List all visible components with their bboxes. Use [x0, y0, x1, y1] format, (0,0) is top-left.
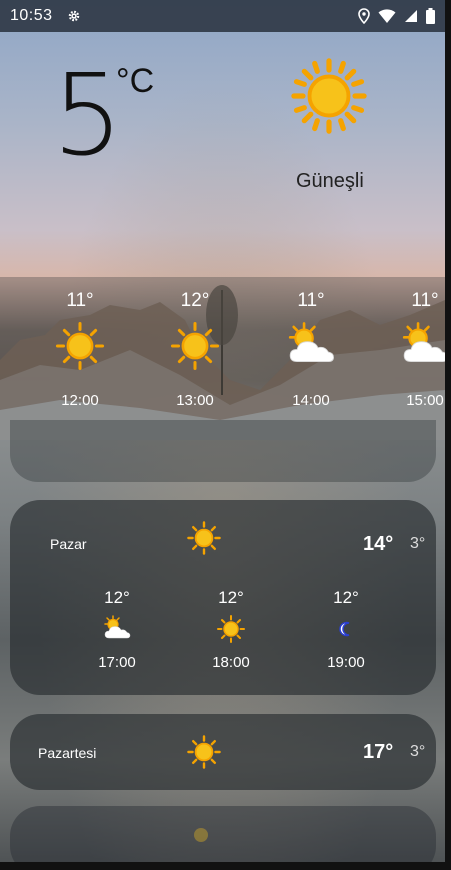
status-bar: 10:53 — [0, 0, 445, 32]
partly-cloudy-icon — [288, 322, 334, 363]
hourly-temp: 11° — [66, 290, 94, 311]
battery-icon — [426, 8, 435, 24]
day-name: Pazar — [50, 536, 87, 552]
hourly-time: 15:00 — [406, 392, 444, 409]
sun-icon — [187, 521, 221, 555]
hourly-sub-item: 12° 17:00 — [77, 588, 157, 671]
current-condition: Güneşli — [296, 170, 364, 192]
sun-icon — [217, 615, 245, 643]
day-low-temp: 3° — [410, 743, 426, 760]
next-day-card-partial[interactable] — [10, 806, 436, 862]
day-name: Pazartesi — [38, 745, 97, 761]
partly-cloudy-icon — [402, 322, 445, 363]
day-low-temp: 3° — [410, 535, 426, 552]
temperature-unit: °C — [116, 62, 155, 100]
sun-icon — [187, 735, 221, 769]
hourly-item: 11° 12:00 — [35, 290, 125, 409]
hourly-temp: 12° — [180, 290, 210, 311]
status-time: 10:53 — [10, 7, 53, 24]
hourly-sub-item: 12° 18:00 — [191, 588, 271, 671]
sub-temp: 12° — [104, 588, 130, 607]
hourly-temp: 11° — [411, 290, 439, 311]
hourly-time: 13:00 — [176, 392, 214, 409]
device-frame-edge — [445, 0, 451, 870]
hourly-temp: 11° — [297, 290, 325, 311]
sun-icon — [170, 321, 220, 371]
day-high-temp: 14° — [363, 533, 394, 555]
hourly-time: 12:00 — [61, 392, 99, 409]
sun-icon — [291, 58, 367, 134]
signal-icon — [405, 10, 417, 22]
partly-cloudy-icon — [104, 615, 131, 639]
app-screen: 10:53 5 °C Güneşli 11° 12:00 12° 13:00 1… — [0, 0, 445, 862]
scrolled-day-card[interactable] — [10, 420, 436, 482]
day-card-expanded[interactable]: Pazar 14° 3° 12° 17:00 12° 18:00 12° 19:… — [10, 500, 436, 695]
day-card[interactable]: Pazartesi 17° 3° — [10, 714, 436, 790]
sub-temp: 12° — [218, 588, 244, 607]
current-temperature: 5 — [52, 51, 124, 181]
sun-icon — [55, 321, 105, 371]
sub-time: 17:00 — [98, 654, 136, 671]
sub-time: 19:00 — [327, 654, 365, 671]
hourly-item: 11° 14:00 — [266, 290, 356, 409]
sun-icon — [194, 828, 208, 842]
hourly-item: 11° 15:00 — [380, 290, 445, 409]
wifi-icon — [378, 8, 396, 23]
day-high-temp: 17° — [363, 741, 394, 763]
hourly-sub-item: 12° 19:00 — [306, 588, 386, 671]
status-icons — [358, 8, 435, 24]
device-frame-edge — [0, 862, 451, 870]
sub-temp: 12° — [333, 588, 359, 607]
sub-time: 18:00 — [212, 654, 250, 671]
moon-icon — [339, 621, 350, 637]
location-icon — [358, 8, 370, 24]
hourly-time: 14:00 — [292, 392, 330, 409]
gear-icon — [68, 10, 79, 22]
hourly-item: 12° 13:00 — [150, 290, 240, 409]
